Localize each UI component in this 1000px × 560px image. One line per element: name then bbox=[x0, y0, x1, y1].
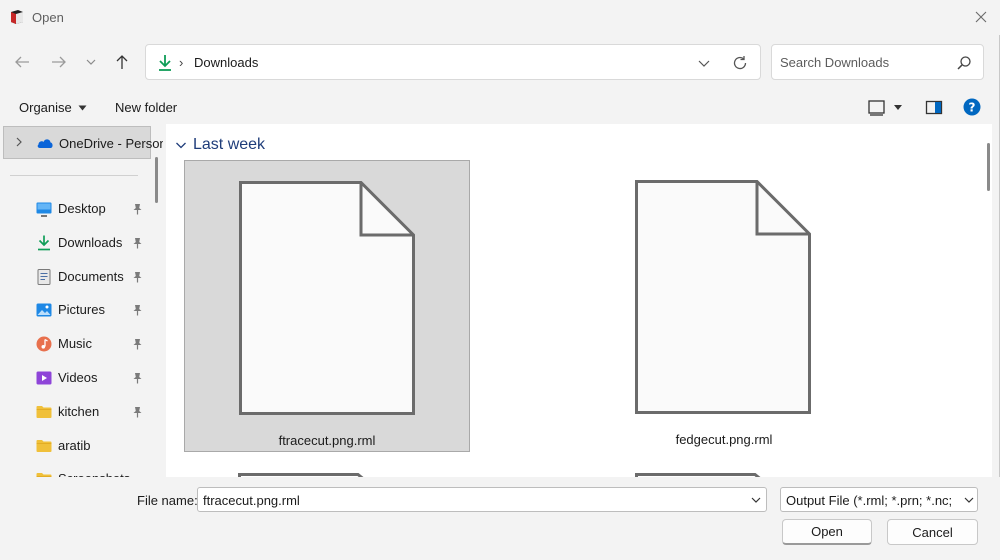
sidebar-item-label: Documents bbox=[58, 268, 124, 284]
refresh-icon[interactable] bbox=[731, 54, 749, 72]
up-button[interactable] bbox=[109, 49, 135, 75]
pin-icon bbox=[133, 271, 142, 283]
file-name: ftracecut.png.rml bbox=[278, 433, 376, 448]
sidebar-item-kitchen[interactable]: kitchen bbox=[0, 397, 150, 427]
videos-icon bbox=[36, 371, 52, 385]
recent-locations-button[interactable] bbox=[78, 49, 104, 75]
file-name-label: File name: bbox=[137, 493, 198, 508]
arrow-right-icon bbox=[52, 56, 66, 68]
view-icon bbox=[868, 100, 902, 116]
file-icon bbox=[239, 181, 415, 415]
close-button[interactable] bbox=[968, 4, 994, 30]
music-icon bbox=[36, 336, 52, 352]
sidebar-item-label: Pictures bbox=[58, 302, 105, 318]
preview-pane-icon[interactable] bbox=[925, 99, 943, 117]
chevron-down-icon[interactable] bbox=[750, 494, 762, 506]
folder-icon bbox=[36, 439, 52, 452]
sidebar-item-pictures[interactable]: Pictures bbox=[0, 295, 150, 325]
group-header-last-week[interactable]: Last week bbox=[175, 136, 265, 154]
folder-icon bbox=[36, 405, 52, 418]
navigation-pane: OneDrive - Personal Desktop Downloads Docu… bbox=[0, 124, 163, 477]
chevron-down-icon[interactable] bbox=[696, 55, 712, 71]
chevron-right-icon[interactable] bbox=[13, 136, 25, 148]
command-bar: Organise New folder bbox=[0, 92, 1000, 124]
sidebar-item-downloads[interactable]: Downloads bbox=[0, 228, 150, 258]
sidebar-item-label: Videos bbox=[58, 370, 98, 385]
new-folder-button[interactable]: New folder bbox=[115, 100, 177, 115]
sidebar-item-label: aratib bbox=[58, 437, 91, 453]
file-item-ftracecut[interactable]: ftracecut.png.rml bbox=[184, 160, 470, 452]
pictures-icon bbox=[36, 303, 52, 317]
search-icon[interactable] bbox=[956, 55, 972, 71]
open-button[interactable]: Open bbox=[782, 519, 872, 545]
arrow-left-icon bbox=[15, 56, 29, 68]
breadcrumb-downloads[interactable]: Downloads bbox=[194, 55, 258, 70]
breadcrumb-separator: › bbox=[179, 55, 184, 70]
back-button[interactable] bbox=[9, 49, 35, 75]
change-view-button[interactable] bbox=[867, 98, 907, 118]
file-name: fedgecut.png.rml bbox=[675, 432, 773, 447]
help-icon[interactable]: ? bbox=[963, 98, 981, 116]
svg-text:?: ? bbox=[969, 101, 976, 115]
download-icon bbox=[159, 55, 171, 71]
file-name-input[interactable] bbox=[203, 492, 733, 508]
caret-down-icon bbox=[78, 105, 87, 110]
sidebar-item-aratib[interactable]: aratib bbox=[0, 431, 150, 461]
search-box[interactable] bbox=[771, 44, 984, 80]
forward-button[interactable] bbox=[46, 49, 72, 75]
organise-label: Organise bbox=[19, 100, 72, 115]
desktop-icon bbox=[36, 202, 52, 217]
sidebar-item-desktop[interactable]: Desktop bbox=[0, 194, 150, 224]
documents-icon bbox=[37, 268, 51, 285]
nav-divider bbox=[10, 175, 138, 176]
file-list: Last week ftracecut.png.rml fedgecut.png… bbox=[166, 124, 992, 477]
pin-icon bbox=[133, 204, 142, 215]
sidebar-item-screenshots[interactable]: Screenshots bbox=[0, 464, 150, 477]
nav-item-label: OneDrive - Personal bbox=[59, 136, 163, 151]
dialog-footer: File name: Output File (*.rml; *.prn; *.… bbox=[0, 477, 1000, 560]
pin-icon bbox=[133, 373, 142, 384]
sidebar-item-documents[interactable]: Documents bbox=[0, 262, 150, 292]
chevron-down-icon bbox=[176, 142, 186, 149]
title-bar: Open bbox=[0, 0, 1000, 35]
sidebar-item-videos[interactable]: Videos bbox=[0, 363, 150, 393]
window-title: Open bbox=[32, 10, 64, 25]
search-input[interactable] bbox=[780, 53, 950, 71]
address-bar[interactable]: › Downloads bbox=[145, 44, 761, 80]
cancel-button[interactable]: Cancel bbox=[887, 519, 978, 545]
cloud-icon bbox=[37, 139, 53, 148]
group-header-label: Last week bbox=[193, 136, 266, 153]
app-icon bbox=[11, 10, 23, 24]
sidebar-item-label: Downloads bbox=[58, 234, 123, 250]
download-icon bbox=[38, 235, 50, 251]
file-icon bbox=[635, 180, 811, 414]
content-scrollbar[interactable] bbox=[986, 133, 1000, 477]
arrow-up-icon bbox=[116, 55, 128, 69]
sidebar-item-label: kitchen bbox=[58, 403, 100, 419]
navigation-scrollbar[interactable] bbox=[155, 157, 158, 203]
file-item-fedgecut[interactable]: fedgecut.png.rml bbox=[581, 160, 867, 452]
chevron-down-icon bbox=[86, 59, 96, 65]
file-type-value: Output File (*.rml; *.prn; *.nc; *. bbox=[786, 493, 956, 508]
pin-icon bbox=[133, 305, 142, 316]
pin-icon bbox=[133, 406, 142, 418]
pin-icon bbox=[133, 339, 142, 350]
file-type-select[interactable]: Output File (*.rml; *.prn; *.nc; *. bbox=[780, 487, 978, 512]
sidebar-item-label: Music bbox=[58, 336, 92, 352]
organise-button[interactable]: Organise bbox=[19, 100, 87, 115]
file-name-combobox[interactable] bbox=[197, 487, 767, 512]
open-file-dialog: Open › Downloads Search Downloads Organi… bbox=[0, 0, 1000, 560]
close-icon bbox=[975, 11, 987, 23]
sidebar-item-label: Desktop bbox=[58, 201, 106, 216]
pin-icon bbox=[133, 237, 142, 249]
scrollbar-thumb[interactable] bbox=[987, 143, 990, 191]
nav-item-onedrive[interactable]: OneDrive - Personal bbox=[3, 126, 163, 159]
sidebar-item-music[interactable]: Music bbox=[0, 329, 150, 359]
chevron-down-icon bbox=[964, 497, 974, 503]
